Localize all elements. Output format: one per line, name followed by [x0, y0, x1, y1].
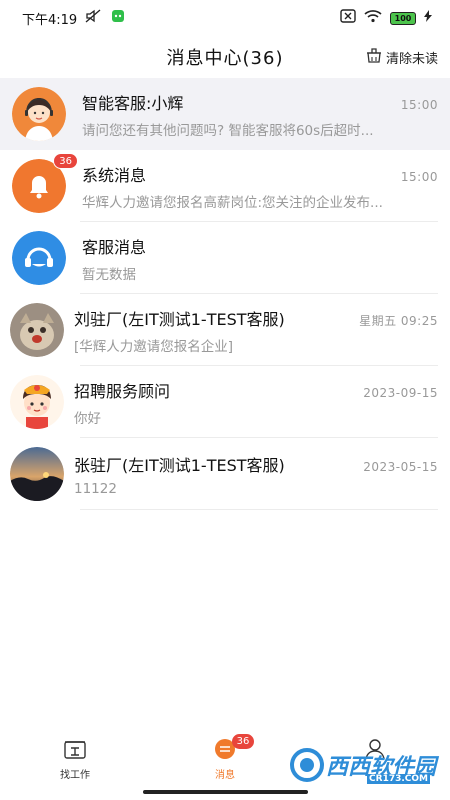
home-indicator[interactable] [143, 790, 308, 794]
message-name: 刘驻厂(左IT测试1-TEST客服) [74, 309, 285, 329]
message-preview: 你好 [74, 410, 101, 427]
tab-label: 消息 [215, 770, 235, 781]
avatar [10, 303, 64, 357]
message-name: 张驻厂(左IT测试1-TEST客服) [74, 455, 285, 475]
message-time: 星期五 09:25 [359, 313, 438, 328]
page-title: 消息中心(36) [166, 48, 284, 69]
message-row-customer-service[interactable]: 客服消息 暂无数据 [0, 222, 450, 294]
message-row-smart-service[interactable]: 智能客服:小辉 15:00 请问您还有其他问题吗? 智能客服将60s后超时... [0, 78, 450, 150]
divider [80, 509, 438, 510]
watermark-sub: CR173.COM [367, 774, 430, 784]
message-preview: 请问您还有其他问题吗? 智能客服将60s后超时... [82, 122, 374, 139]
battery-indicator: 100 [390, 11, 416, 25]
message-row-liu[interactable]: 刘驻厂(左IT测试1-TEST客服) 星期五 09:25 [华辉人力邀请您报名企… [0, 294, 450, 366]
status-time: 下午4:19 [22, 12, 78, 28]
mute-icon [85, 9, 103, 27]
wechat-notification-icon [111, 9, 125, 27]
message-preview: 华辉人力邀请您报名高薪岗位:您关注的企业发布... [82, 194, 383, 211]
broom-icon [365, 46, 383, 68]
message-time: 2023-05-15 [363, 459, 438, 474]
message-preview: [华辉人力邀请您报名企业] [74, 338, 234, 355]
page-header: 消息中心(36) 清除未读 [0, 36, 450, 78]
charging-icon [424, 10, 432, 26]
tab-find-job[interactable]: 找工作 [0, 738, 150, 781]
watermark-emblem-icon [289, 748, 324, 782]
sim-off-icon [340, 9, 356, 27]
message-name: 客服消息 [82, 237, 147, 257]
avatar [10, 447, 64, 501]
message-row-zhang[interactable]: 张驻厂(左IT测试1-TEST客服) 2023-05-15 11122 [0, 438, 450, 510]
unread-badge: 36 [232, 734, 254, 749]
clear-unread-label: 清除未读 [385, 51, 438, 67]
message-list: 智能客服:小辉 15:00 请问您还有其他问题吗? 智能客服将60s后超时...… [0, 78, 450, 510]
avatar: 36 [12, 153, 78, 213]
avatar [10, 375, 64, 429]
message-preview: 11122 [74, 480, 117, 497]
briefcase-icon [63, 738, 87, 764]
wifi-icon [364, 9, 382, 27]
tab-label: 找工作 [60, 770, 90, 781]
clear-unread-button[interactable]: 清除未读 [365, 46, 438, 68]
watermark-logo: 西西软件园 CR173.COM [289, 748, 436, 784]
avatar [12, 87, 66, 141]
message-name: 招聘服务顾问 [74, 381, 171, 401]
status-bar: 下午4:19 100 [0, 0, 450, 36]
message-name: 系统消息 [82, 165, 147, 185]
avatar [12, 231, 66, 285]
message-row-system[interactable]: 36 系统消息 15:00 华辉人力邀请您报名高薪岗位:您关注的企业发布... [0, 150, 450, 222]
message-time: 2023-09-15 [363, 385, 438, 400]
message-row-recruit-advisor[interactable]: 招聘服务顾问 2023-09-15 你好 [0, 366, 450, 438]
tab-messages[interactable]: 36 消息 [150, 734, 300, 781]
unread-badge: 36 [53, 153, 78, 169]
message-preview: 暂无数据 [82, 266, 136, 283]
message-name: 智能客服:小辉 [82, 93, 184, 113]
message-time: 15:00 [400, 169, 438, 184]
message-time: 15:00 [400, 97, 438, 112]
